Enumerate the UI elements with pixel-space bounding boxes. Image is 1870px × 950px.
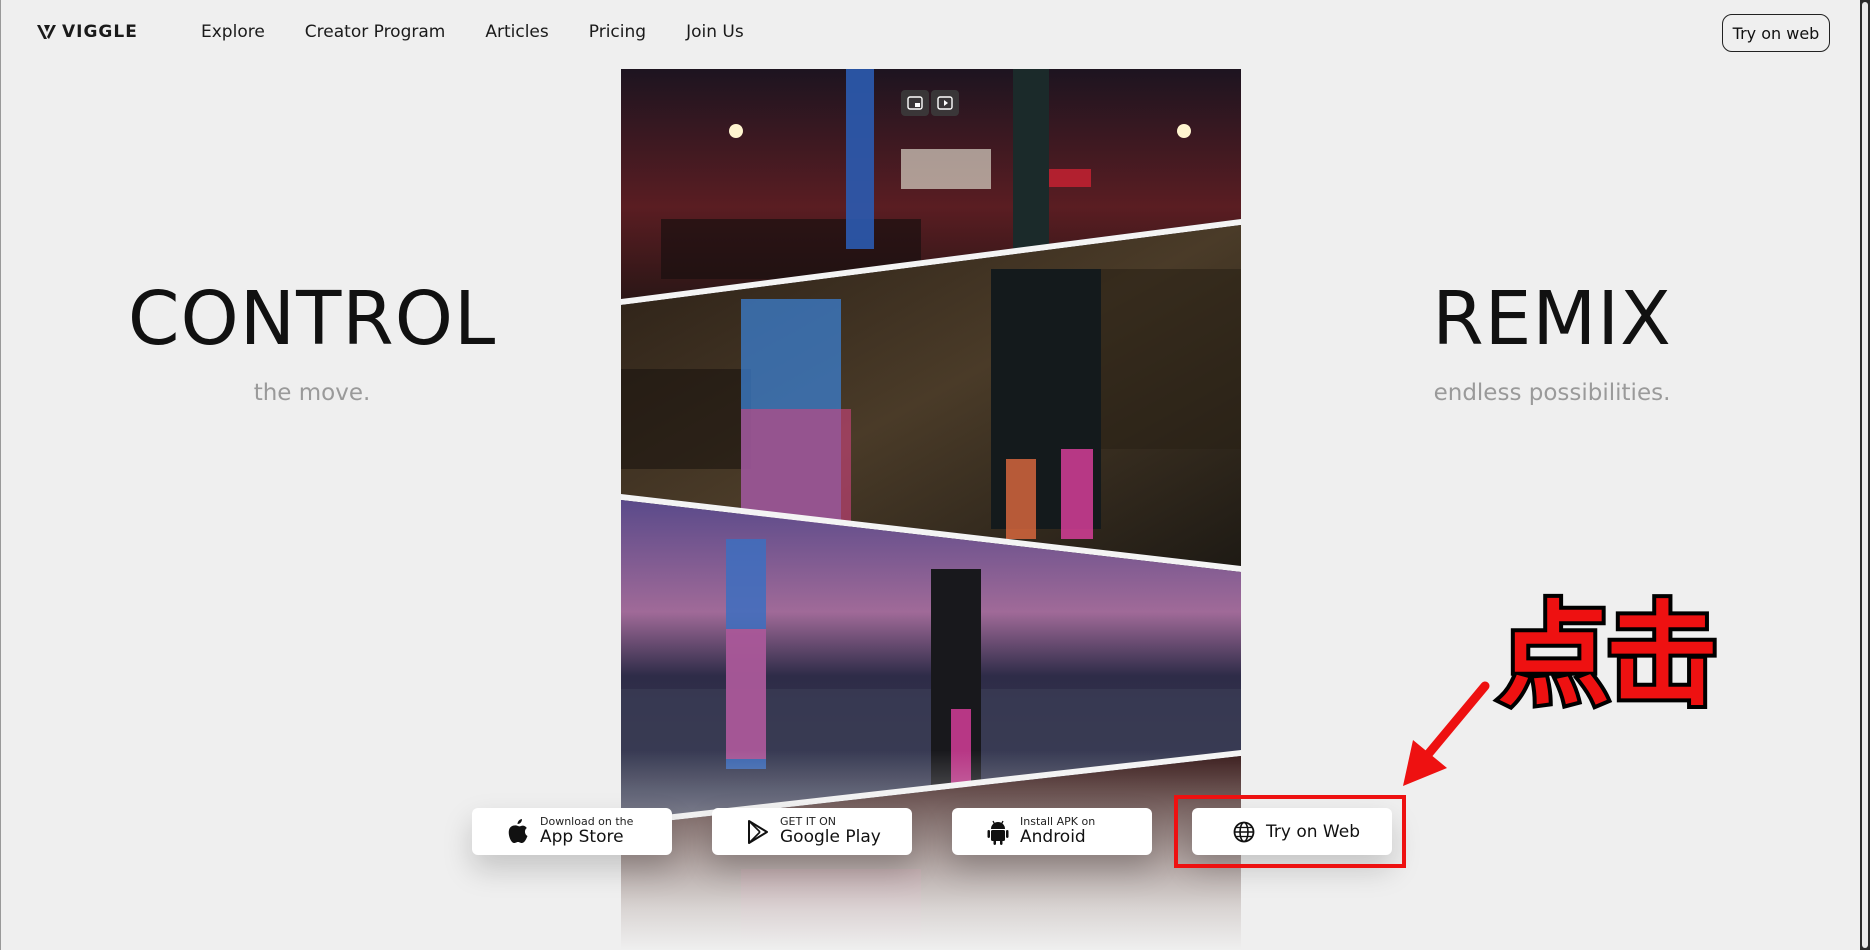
nav-pricing[interactable]: Pricing [589,22,646,42]
annotation-click-text: 点击 [1494,591,1722,721]
hero-left-title: CONTROL [127,276,497,362]
main-nav: Explore Creator Program Articles Pricing… [201,22,744,42]
apple-icon [506,818,530,845]
viggle-logo-icon [37,25,56,39]
annotation-arrow-icon [1403,681,1490,786]
google-play-big-label: Google Play [780,827,881,848]
android-small-label: Install APK on [1020,814,1096,828]
nav-join-us[interactable]: Join Us [686,22,744,42]
left-edge [0,0,1,950]
annotation-highlight-box [1174,795,1406,868]
hero-right-title: REMIX [1432,276,1672,362]
scrollbar[interactable] [1860,0,1870,950]
logo-text: VIGGLE [62,22,138,42]
android-apk-button[interactable]: Install APK on Android [952,808,1152,855]
google-play-small-label: GET IT ON [780,814,837,828]
android-icon [986,819,1010,845]
hero-right-subtitle: endless possibilities. [1433,380,1671,406]
nav-articles[interactable]: Articles [485,22,548,42]
picture-in-picture-icon[interactable] [901,90,929,116]
scrollbar-thumb[interactable] [1862,2,1868,948]
nav-creator-program[interactable]: Creator Program [305,22,446,42]
app-store-small-label: Download on the [540,814,634,828]
google-play-icon [746,819,770,845]
try-on-web-header-button[interactable]: Try on web [1722,14,1830,52]
site-header: VIGGLE Explore Creator Program Articles … [0,0,1860,68]
google-play-button[interactable]: GET IT ON Google Play [712,808,912,855]
hero-left-subtitle: the move. [253,380,371,406]
viggle-logo[interactable]: VIGGLE [36,22,138,42]
app-store-button[interactable]: Download on the App Store [472,808,672,855]
app-store-big-label: App Store [540,827,624,848]
play-in-window-icon[interactable] [931,90,959,116]
android-big-label: Android [1020,827,1086,848]
nav-explore[interactable]: Explore [201,22,265,42]
